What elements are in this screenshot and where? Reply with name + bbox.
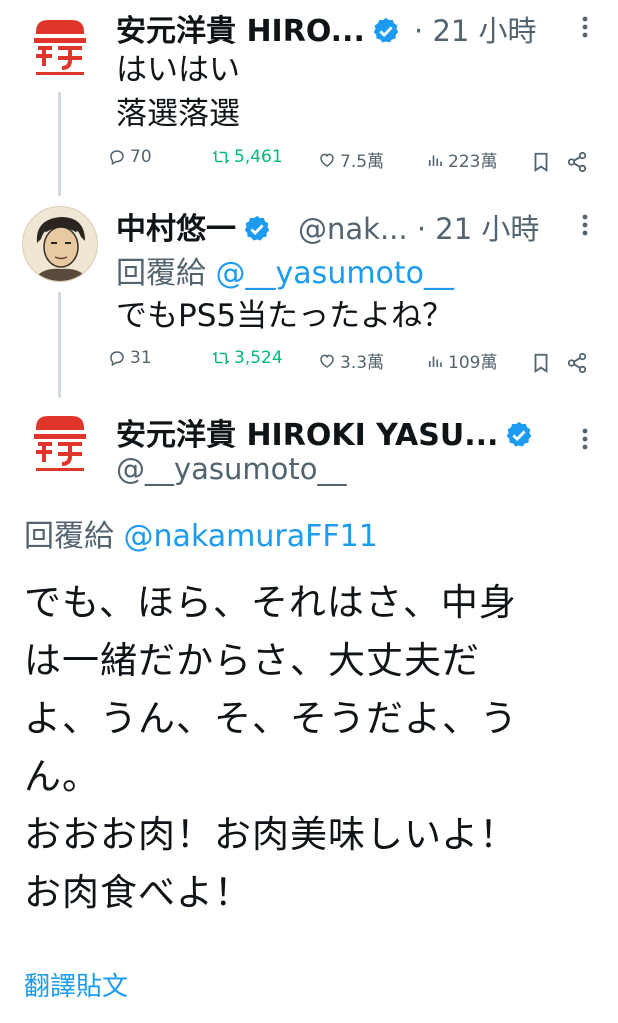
verified-badge-icon: [373, 17, 399, 43]
tweet-text-line: ん。: [24, 755, 100, 798]
portrait-icon: [23, 207, 97, 281]
thread-line-1: [58, 92, 61, 196]
reply-count: 31: [130, 348, 152, 368]
reply-icon: [110, 150, 124, 166]
reply-button[interactable]: 31: [108, 348, 152, 368]
timestamp[interactable]: 21 小時: [435, 212, 539, 246]
like-count: 7.5萬: [340, 152, 385, 172]
author-name[interactable]: 中村悠一: [116, 212, 236, 247]
like-count: 3.3萬: [340, 353, 385, 373]
retweet-icon: [212, 351, 230, 365]
tweet-text-line: お肉食べよ！: [24, 871, 252, 914]
reply-context: 回覆給 @__yasumoto__: [116, 248, 454, 292]
dot-separator: ·: [416, 212, 427, 246]
verified-badge-icon: [507, 421, 532, 447]
retweet-icon: [212, 150, 230, 164]
thread-line-2: [58, 292, 61, 398]
views-button[interactable]: 223萬: [426, 147, 497, 172]
retweet-count: 5,461: [234, 147, 283, 167]
tweet-text: でもPS5当たったよね？: [116, 294, 453, 338]
author-name[interactable]: 安元洋貴 HIRO...: [116, 14, 365, 49]
views-count: 109萬: [448, 353, 498, 373]
reply-count: 70: [130, 147, 152, 167]
reply-prefix: 回覆給: [116, 256, 206, 291]
dot-separator: ·: [414, 14, 424, 48]
like-icon: [320, 354, 334, 368]
retweet-button[interactable]: 3,524: [212, 348, 283, 368]
tweet-actions: 70 5,461 7.5萬 223萬: [108, 147, 598, 177]
like-icon: [320, 153, 334, 167]
more-icon[interactable]: [570, 12, 600, 42]
reply-context: 回覆給 @nakamuraFF11: [24, 511, 378, 555]
reply-prefix: 回覆給: [24, 519, 114, 554]
logo-icon: [34, 416, 86, 471]
timestamp[interactable]: 21 小時: [432, 14, 536, 48]
tweet-actions: 31 3,524 3.3萬 109萬: [108, 348, 598, 378]
like-button[interactable]: 7.5萬: [318, 147, 384, 172]
bookmark-icon[interactable]: [530, 352, 552, 374]
retweet-button[interactable]: 5,461: [212, 147, 283, 167]
reply-button[interactable]: 70: [108, 147, 152, 167]
reply-mention-link[interactable]: @nakamuraFF11: [124, 519, 378, 554]
translate-post-link[interactable]: 翻譯貼文: [24, 966, 128, 1003]
views-count: 223萬: [448, 152, 498, 172]
tweet-text-line: 落選落選: [116, 96, 240, 132]
tweet-text-line: よ、うん、そ、そうだよ、う: [24, 697, 518, 740]
more-icon[interactable]: [570, 424, 600, 454]
tweet-text-line: でもPS5当たったよね？: [116, 298, 454, 334]
bookmark-icon[interactable]: [530, 151, 552, 173]
retweet-count: 3,524: [234, 348, 283, 368]
logo-icon: [34, 20, 86, 75]
tweet-text: でも、ほら、それはさ、中身 は一緒だからさ、大丈夫だ よ、うん、そ、そうだよ、う…: [24, 574, 518, 922]
reply-icon: [110, 351, 124, 367]
tweet-text-line: は一緒だからさ、大丈夫だ: [24, 639, 480, 682]
like-button[interactable]: 3.3萬: [318, 348, 384, 373]
tweet-text-line: でも、ほら、それはさ、中身: [24, 581, 517, 624]
tweet-text-line: おおお肉！お肉美味しいよ！: [24, 813, 518, 856]
views-icon: [428, 356, 442, 367]
reply-mention-link[interactable]: @__yasumoto__: [216, 256, 454, 291]
author-name[interactable]: 安元洋貴 HIROKI YASU...: [116, 418, 498, 453]
tweet-text-line: はいはい: [116, 52, 240, 88]
share-icon[interactable]: [566, 151, 588, 173]
share-icon[interactable]: [566, 352, 588, 374]
tweet-text: はいはい 落選落選: [116, 48, 240, 136]
verified-badge-icon: [244, 215, 270, 241]
avatar[interactable]: [22, 8, 98, 84]
author-handle[interactable]: @nak...: [298, 212, 408, 246]
views-icon: [428, 155, 442, 166]
views-button[interactable]: 109萬: [426, 348, 497, 373]
avatar[interactable]: [22, 404, 98, 480]
more-icon[interactable]: [570, 210, 600, 240]
author-handle[interactable]: @__yasumoto__: [116, 452, 347, 486]
avatar[interactable]: [22, 206, 98, 282]
